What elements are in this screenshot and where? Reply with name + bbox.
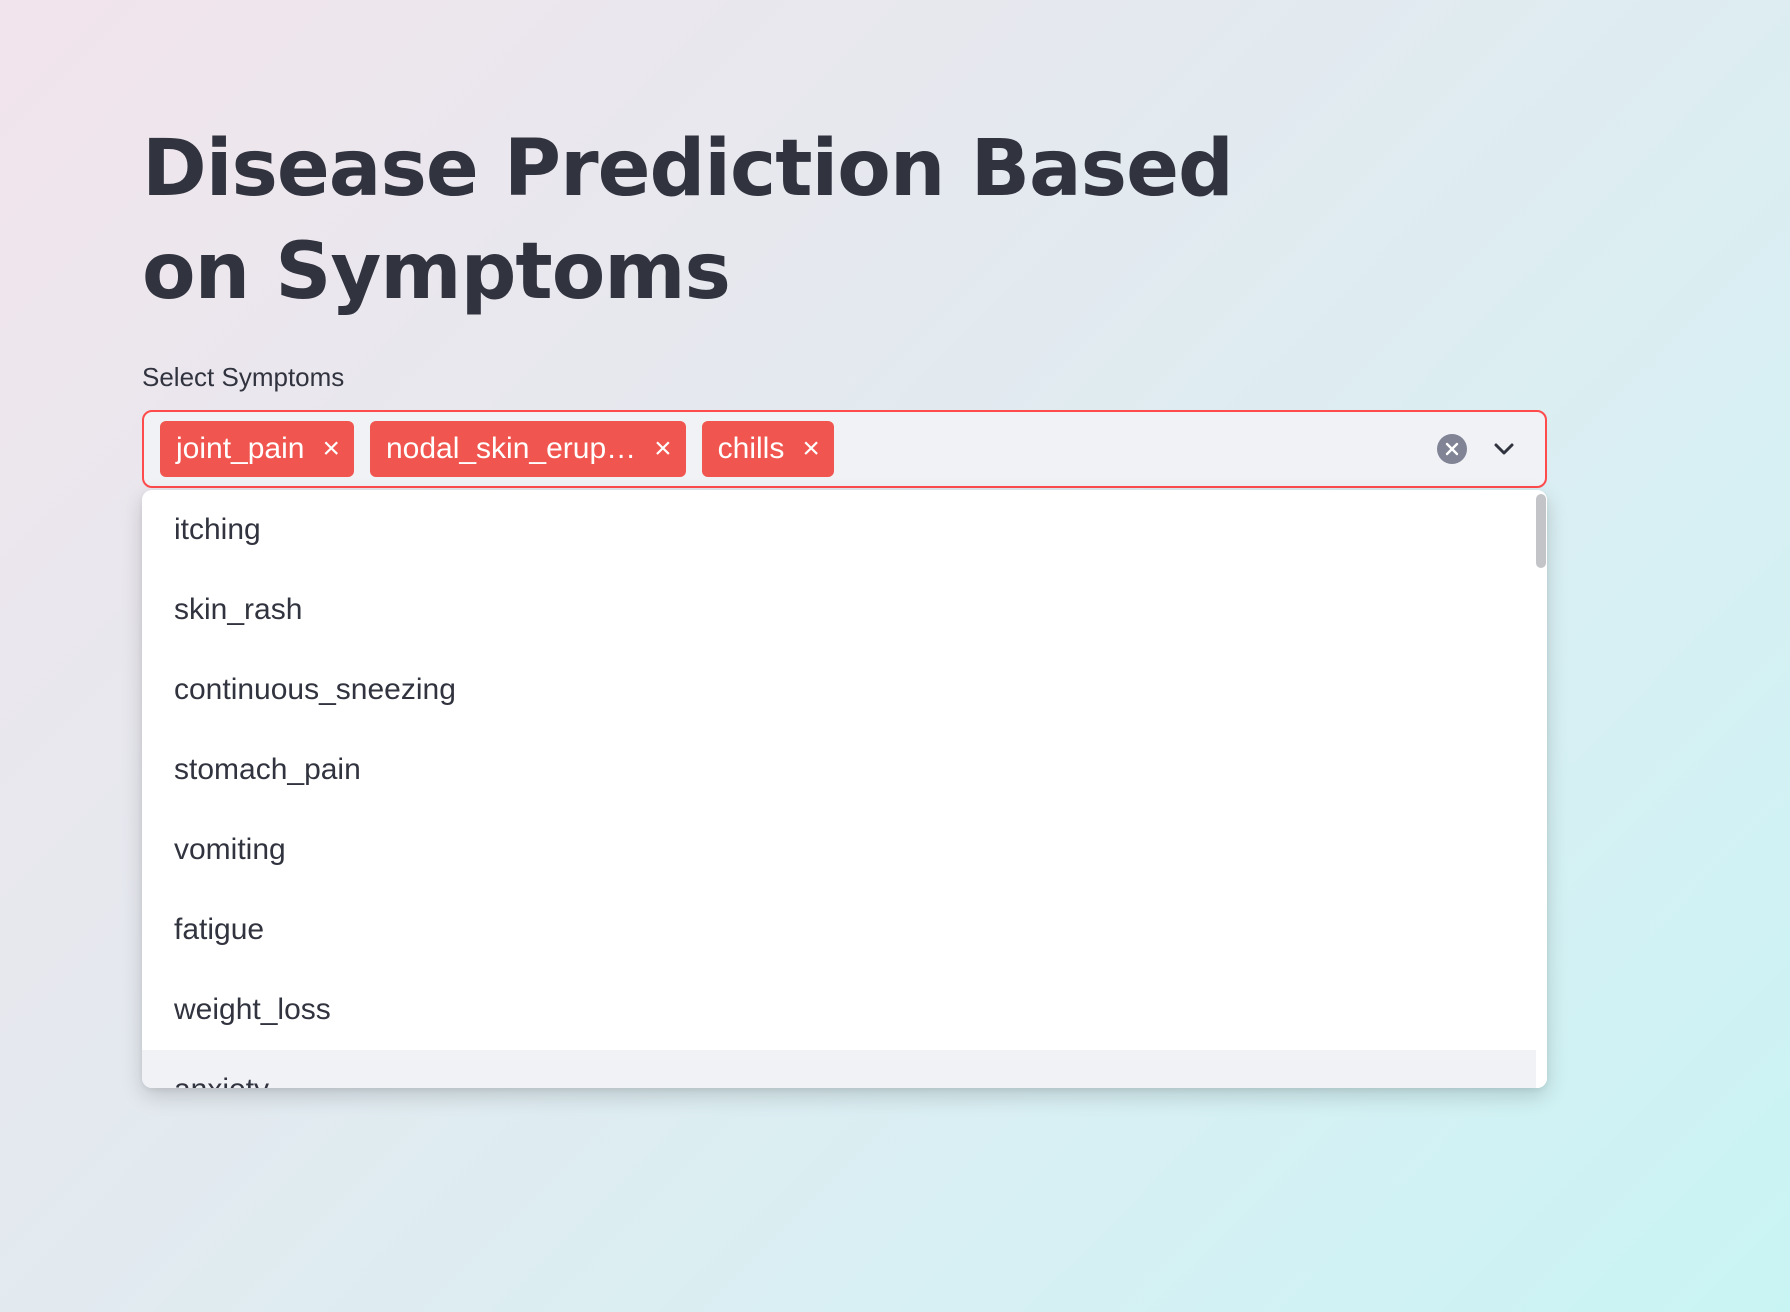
option-stomach-pain[interactable]: stomach_pain: [142, 730, 1536, 810]
option-continuous-sneezing[interactable]: continuous_sneezing: [142, 650, 1536, 730]
option-fatigue[interactable]: fatigue: [142, 890, 1536, 970]
chip-remove-icon[interactable]: ×: [322, 434, 340, 464]
option-weight-loss[interactable]: weight_loss: [142, 970, 1536, 1050]
chip-label: joint_pain: [176, 432, 305, 465]
chip-label: nodal_skin_erup…: [385, 432, 637, 465]
selected-chip-nodal-skin-eruptions: nodal_skin_erup… ×: [369, 421, 686, 477]
symptom-dropdown-menu: itching skin_rash continuous_sneezing st…: [142, 490, 1547, 1088]
chip-remove-icon[interactable]: ×: [654, 434, 672, 464]
option-vomiting[interactable]: vomiting: [142, 810, 1536, 890]
multiselect-controls: [1437, 434, 1519, 464]
scrollbar-thumb[interactable]: [1536, 494, 1546, 568]
selected-chip-joint-pain: joint_pain ×: [160, 421, 354, 477]
select-symptoms-label: Select Symptoms: [142, 362, 345, 392]
clear-icon[interactable]: [1437, 434, 1467, 464]
option-list: itching skin_rash continuous_sneezing st…: [142, 490, 1536, 1088]
chevron-down-icon[interactable]: [1489, 434, 1519, 464]
chip-remove-icon[interactable]: ×: [802, 434, 820, 464]
selected-chip-chills: chills ×: [701, 421, 834, 477]
page-title: Disease Prediction Based on Symptoms: [142, 124, 1234, 317]
dropdown-scrollbar[interactable]: [1536, 490, 1547, 1088]
option-skin-rash[interactable]: skin_rash: [142, 570, 1536, 650]
chip-label: chills: [717, 432, 785, 465]
symptom-multiselect[interactable]: joint_pain × nodal_skin_erup… × chills ×: [142, 410, 1547, 488]
option-anxiety[interactable]: anxiety: [142, 1050, 1536, 1088]
option-itching[interactable]: itching: [142, 490, 1536, 570]
